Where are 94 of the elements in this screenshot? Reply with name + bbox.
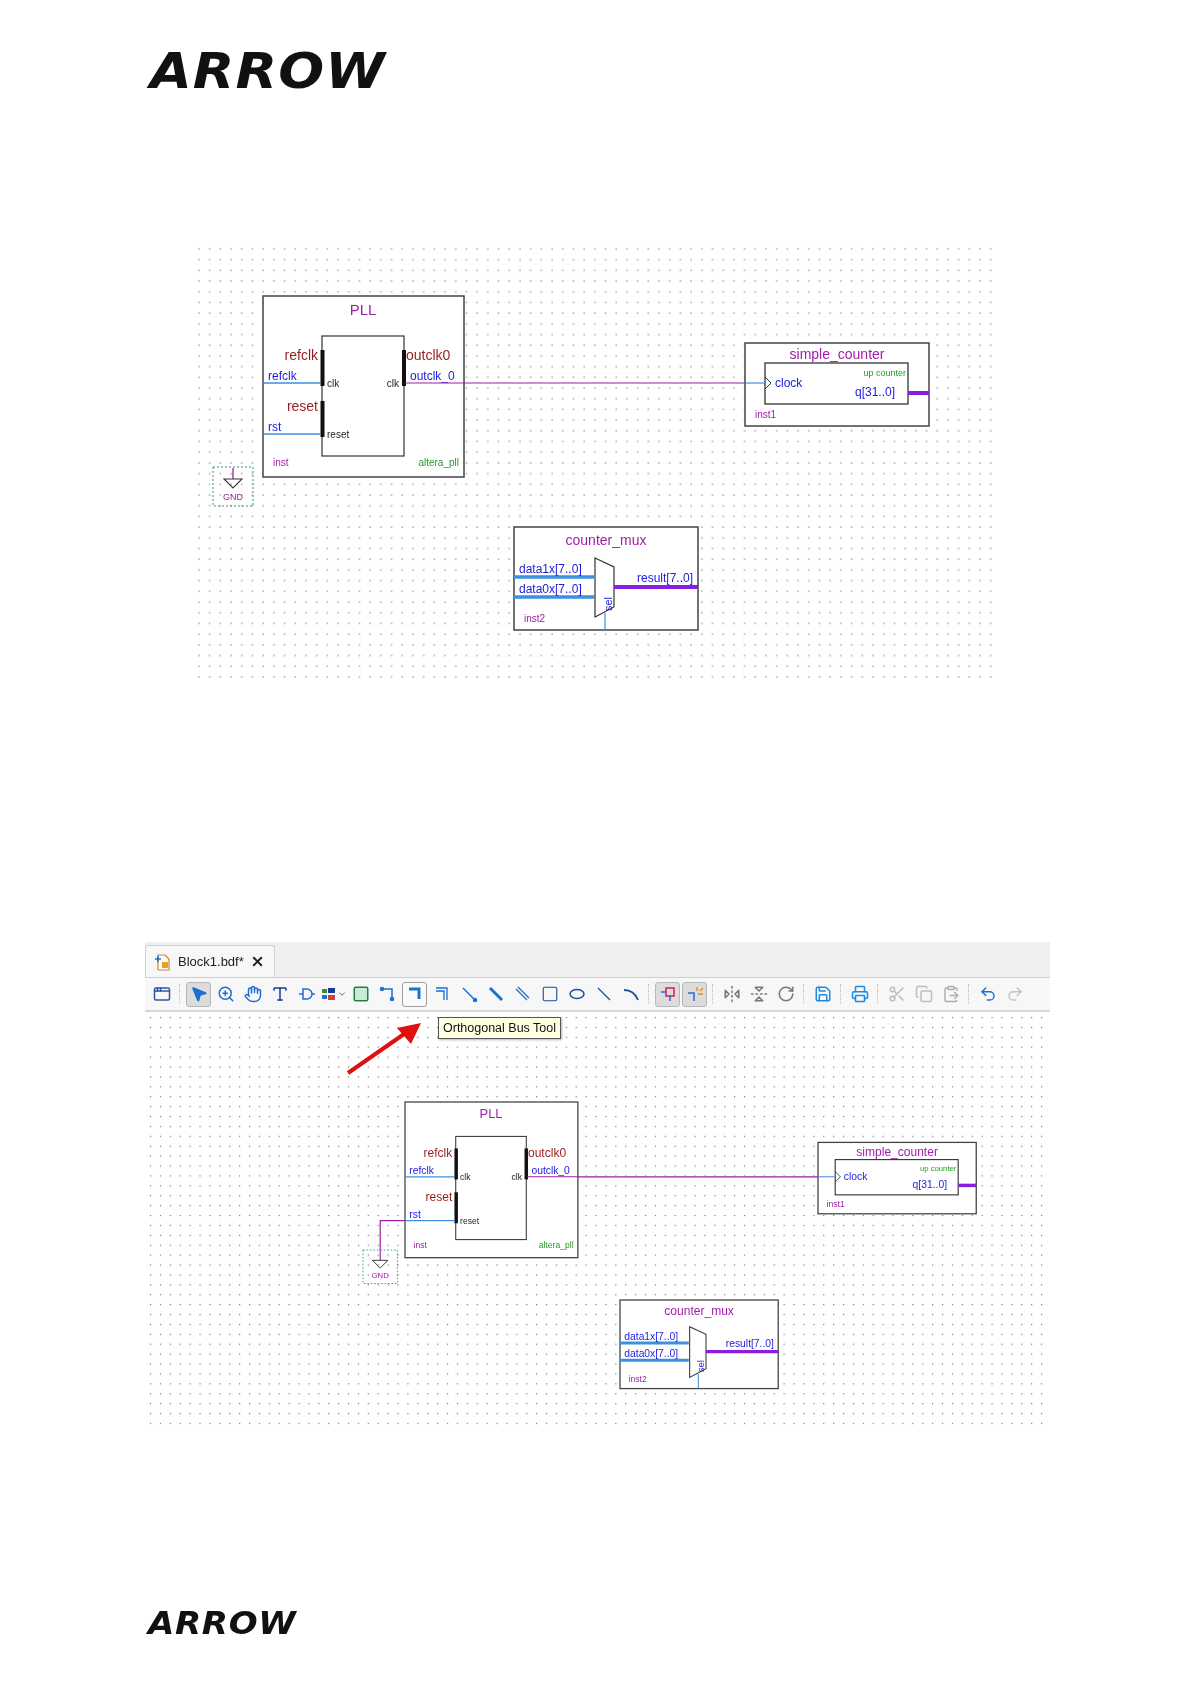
partial-line-icon [685, 985, 704, 1003]
flip-horizontal-icon [722, 985, 741, 1003]
ground-label: GND [371, 1271, 389, 1281]
instance-name: inst [413, 1240, 427, 1251]
tab-title: Block1.bdf* [178, 954, 244, 969]
port-name: clock [775, 376, 803, 390]
port-name: outclk0 [406, 347, 451, 363]
instance-name: inst [273, 457, 289, 468]
brand-logo: ARROW [148, 1607, 297, 1639]
gate-icon [297, 985, 316, 1003]
entity-name: altera_pll [418, 457, 459, 468]
port-name: reset [425, 1189, 453, 1204]
pin-name: reset [327, 429, 350, 440]
wire-label: outclk_0 [531, 1165, 570, 1177]
port-name: q[31..0] [854, 385, 895, 399]
hand-icon [243, 985, 262, 1003]
flip-vertical-icon [749, 985, 768, 1003]
wire-label: refclk [409, 1165, 434, 1177]
port-bar [524, 1148, 528, 1180]
cut-icon [887, 985, 906, 1003]
ground-icon [222, 467, 244, 489]
print-icon [850, 985, 869, 1003]
copy-icon [914, 985, 933, 1003]
port-bar [454, 1192, 458, 1224]
wire-label: outclk_0 [410, 369, 455, 383]
pin-name: clk [327, 378, 340, 389]
text-icon [270, 985, 289, 1003]
symbol-frame [362, 1249, 398, 1284]
wire-label: rst [268, 420, 282, 434]
block-title: counter_mux [565, 532, 647, 548]
rotate-icon [776, 985, 795, 1003]
entity-name: altera_pll [538, 1240, 574, 1251]
mux-icon [689, 1325, 707, 1379]
port-name: outclk0 [528, 1146, 567, 1161]
symbol-frame [212, 466, 254, 507]
tool-button[interactable] [402, 981, 427, 1007]
ground-icon [372, 1250, 389, 1269]
block-title: simple_counter [789, 346, 885, 362]
port-name: result[7..0] [725, 1338, 774, 1350]
port-name: data0x[7..0] [519, 582, 582, 596]
port-name: refclk [284, 347, 318, 363]
rubberband-icon [658, 985, 677, 1003]
port-name: q[31..0] [912, 1179, 947, 1190]
port-bar [402, 350, 406, 386]
entity-type: up counter [863, 368, 906, 378]
port-name: result[7..0] [636, 571, 693, 585]
zoom-icon [216, 985, 235, 1003]
port-name: clock [843, 1171, 868, 1183]
diagonal-wire-icon [459, 985, 478, 1003]
pointer-icon [189, 985, 208, 1003]
wire-icon [378, 985, 397, 1003]
instance-name: inst2 [524, 613, 546, 624]
ground-label: GND [223, 492, 243, 502]
clock-icon [764, 376, 772, 390]
document-tab[interactable]: Block1.bdf* [145, 945, 275, 977]
block-title: PLL [479, 1106, 503, 1122]
pin-name: reset [460, 1216, 480, 1227]
save-icon [813, 985, 832, 1003]
diagonal-bus-icon [486, 985, 505, 1003]
port-name: data1x[7..0] [624, 1330, 679, 1342]
block-title: counter_mux [664, 1304, 734, 1319]
port-name: data0x[7..0] [624, 1347, 679, 1359]
pin-name: clk [386, 378, 399, 389]
entity-type: up counter [919, 1163, 957, 1173]
pin-name: clk [511, 1172, 522, 1183]
port-name: sel [602, 596, 614, 611]
block-title: PLL [349, 301, 377, 318]
diagonal-conduit-icon [513, 985, 532, 1003]
port-name: reset [286, 398, 318, 414]
port-name: data1x[7..0] [519, 562, 582, 576]
undo-icon [978, 985, 997, 1003]
port-name: sel [695, 1360, 707, 1373]
wire-label: refclk [268, 369, 297, 383]
tool-button[interactable] [186, 981, 211, 1007]
wire-label: rst [409, 1209, 421, 1221]
block-icon [351, 985, 370, 1003]
pin-icon [320, 985, 347, 1003]
wire [379, 1220, 406, 1252]
port-name: refclk [423, 1146, 453, 1161]
rectangle-icon [540, 985, 559, 1003]
port-bar [454, 1148, 458, 1180]
file-icon [154, 952, 172, 971]
block-title: simple_counter [856, 1145, 938, 1160]
instance-name: inst1 [755, 409, 777, 420]
instance-name: inst1 [826, 1198, 845, 1209]
port-bar [320, 350, 325, 386]
clock-icon [834, 1171, 841, 1183]
window-icon [152, 985, 171, 1003]
tooltip: Orthogonal Bus Tool [438, 1017, 562, 1039]
paste-icon [941, 985, 960, 1003]
instance-name: inst2 [628, 1373, 647, 1384]
port-bar [320, 401, 325, 437]
redo-icon [1005, 985, 1024, 1003]
pin-name: clk [460, 1172, 471, 1183]
